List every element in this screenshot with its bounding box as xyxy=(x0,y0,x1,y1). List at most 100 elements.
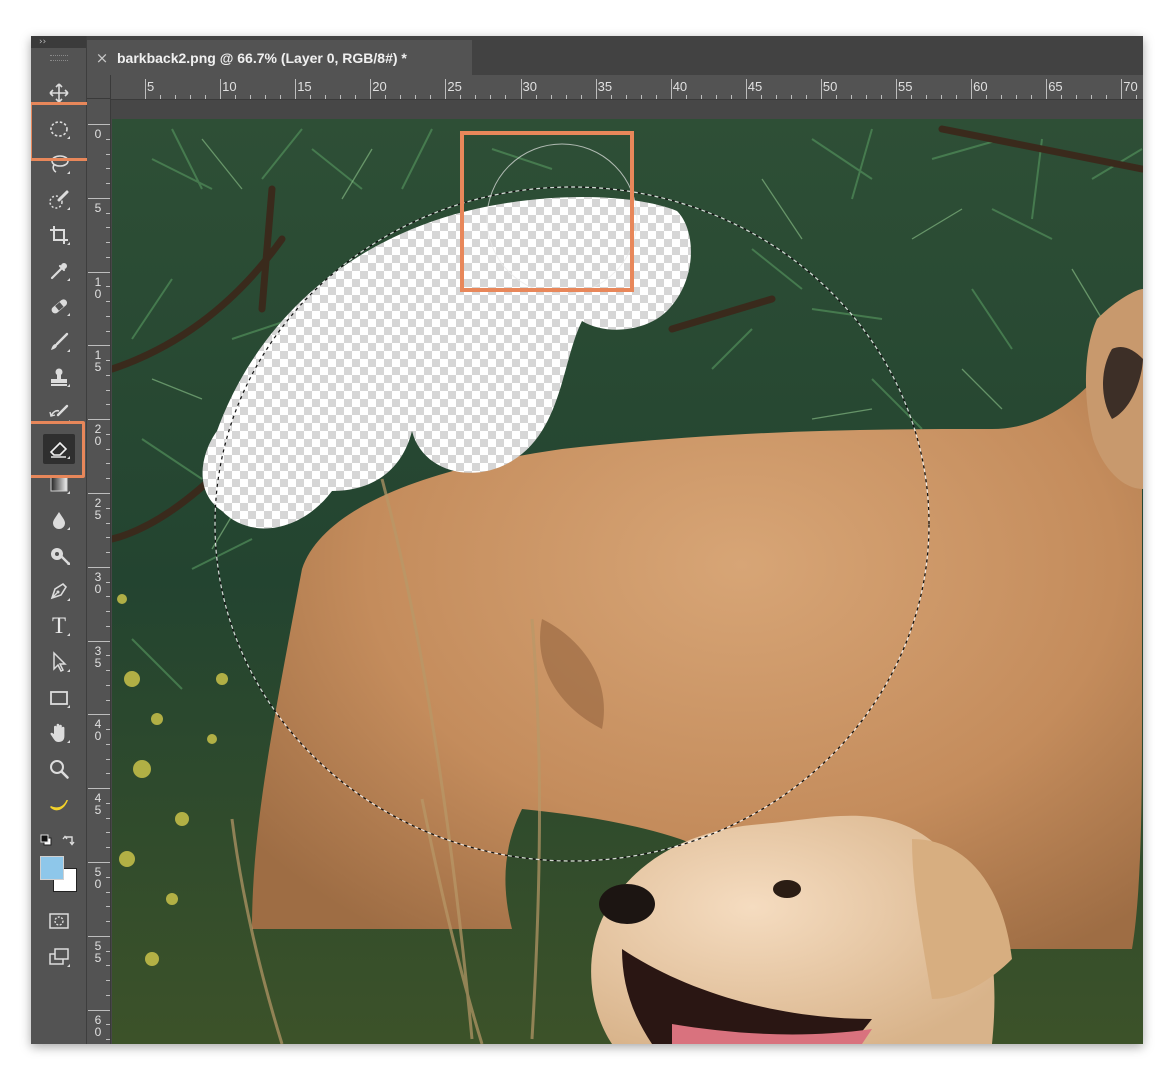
ruler-minor-tick xyxy=(1001,95,1003,99)
ruler-minor-tick xyxy=(106,832,110,834)
ruler-minor-tick xyxy=(106,994,110,996)
eyedropper-tool[interactable] xyxy=(43,256,75,286)
pen-icon xyxy=(50,582,68,600)
ruler-label: 5 xyxy=(94,655,102,670)
ruler-label: 70 xyxy=(1123,79,1138,94)
document-title: barkback2.png @ 66.7% (Layer 0, RGB/8#) … xyxy=(117,49,407,66)
path-selection-tool[interactable] xyxy=(43,647,75,677)
ruler-minor-tick xyxy=(1091,95,1093,99)
ruler-minor-tick xyxy=(106,286,110,288)
ruler-minor-tick xyxy=(106,183,110,185)
ruler-minor-tick xyxy=(1061,95,1063,99)
ruler-label: 45 xyxy=(747,79,763,94)
eraser-tool-highlight xyxy=(31,421,85,478)
default-colors-icon[interactable] xyxy=(40,834,52,846)
ruler-minor-tick xyxy=(106,611,110,613)
foreground-color-swatch[interactable] xyxy=(40,856,64,880)
brush-tool[interactable] xyxy=(43,327,75,357)
ruler-major-tick xyxy=(745,79,747,99)
brush-icon xyxy=(51,332,69,350)
ruler-label: 3 xyxy=(94,643,102,658)
screen-mode-icon xyxy=(49,948,69,965)
ruler-label: 5 xyxy=(94,950,102,965)
swap-colors-icon[interactable] xyxy=(62,833,76,847)
ruler-minor-tick xyxy=(106,301,110,303)
ruler-major-tick xyxy=(88,493,110,494)
ruler-minor-tick xyxy=(475,95,477,99)
puppy-eye xyxy=(773,880,801,898)
screen-mode-button[interactable] xyxy=(43,942,75,972)
ruler-label: 5 xyxy=(147,79,155,94)
vertical-ruler[interactable]: 051015202530354045505560 xyxy=(87,99,111,1044)
ruler-minor-tick xyxy=(325,95,327,99)
clone-stamp-tool[interactable] xyxy=(43,362,75,392)
ruler-major-tick xyxy=(88,788,110,790)
ruler-minor-tick xyxy=(760,95,762,99)
ruler-minor-tick xyxy=(106,906,110,908)
healing-brush-tool[interactable] xyxy=(43,291,75,321)
quick-mask-button[interactable] xyxy=(43,906,75,936)
horizontal-ruler[interactable]: 5 10 15 20 25 30 35 40 45 50 55 60 65 70 xyxy=(111,75,1143,100)
ruler-minor-tick xyxy=(106,1039,110,1041)
ruler-minor-tick xyxy=(106,138,110,140)
ruler-label: 6 xyxy=(94,1012,102,1027)
collapse-panel-button[interactable]: ›› xyxy=(31,36,86,48)
ruler-minor-tick xyxy=(865,95,867,99)
ruler-minor-tick xyxy=(106,227,110,229)
drop-icon xyxy=(53,512,65,529)
crop-icon xyxy=(50,226,68,244)
rectangle-tool[interactable] xyxy=(43,683,75,713)
panel-grip[interactable] xyxy=(50,55,68,61)
ruler-major-tick xyxy=(670,79,672,99)
ruler-minor-tick xyxy=(1106,95,1108,99)
ruler-minor-tick xyxy=(106,448,110,450)
ruler-origin[interactable] xyxy=(87,75,111,99)
ruler-minor-tick xyxy=(106,242,110,244)
crop-tool[interactable] xyxy=(43,220,75,250)
ruler-minor-tick xyxy=(106,463,110,465)
pen-tool[interactable] xyxy=(43,576,75,606)
custom-banana-tool[interactable] xyxy=(43,790,75,820)
hand-tool[interactable] xyxy=(43,718,75,748)
ruler-label: 0 xyxy=(94,877,102,891)
ruler-minor-tick xyxy=(106,596,110,598)
canvas-area[interactable] xyxy=(111,100,1143,1044)
ruler-minor-tick xyxy=(1076,95,1078,99)
ruler-minor-tick xyxy=(106,921,110,923)
document-canvas[interactable] xyxy=(112,119,1143,1044)
blur-tool[interactable] xyxy=(43,505,75,535)
ruler-minor-tick xyxy=(730,95,732,99)
ruler-minor-tick xyxy=(790,95,792,99)
ruler-minor-tick xyxy=(941,95,943,99)
document-tab[interactable]: × barkback2.png @ 66.7% (Layer 0, RGB/8#… xyxy=(87,40,472,75)
hand-icon xyxy=(50,723,65,742)
ruler-label: 35 xyxy=(597,79,613,94)
ruler-major-tick xyxy=(445,79,447,99)
close-tab-icon[interactable]: × xyxy=(87,49,117,67)
ruler-label: 30 xyxy=(522,79,537,94)
ruler-minor-tick xyxy=(106,891,110,893)
zoom-tool[interactable] xyxy=(43,754,75,784)
ruler-minor-tick xyxy=(535,95,537,99)
ruler-minor-tick xyxy=(106,950,110,952)
quick-mask-icon xyxy=(49,913,69,929)
ruler-minor-tick xyxy=(106,802,110,804)
ruler-label: 1 xyxy=(94,274,102,289)
ruler-minor-tick xyxy=(835,95,837,99)
ruler-label: 5 xyxy=(94,200,102,215)
ruler-label: 0 xyxy=(94,286,102,301)
ruler-minor-tick xyxy=(880,95,882,99)
ruler-major-tick xyxy=(88,935,110,937)
quick-selection-tool[interactable] xyxy=(43,185,75,215)
arrow-cursor-icon xyxy=(53,651,67,673)
ruler-major-tick xyxy=(88,1009,110,1011)
ruler-label: 55 xyxy=(898,79,913,94)
banana-icon xyxy=(50,800,68,811)
move-icon xyxy=(49,83,69,103)
puppy-nose xyxy=(599,884,655,924)
ruler-minor-tick xyxy=(911,95,913,99)
dodge-tool[interactable] xyxy=(43,540,75,570)
type-tool[interactable]: T xyxy=(43,611,75,641)
ruler-minor-tick xyxy=(106,817,110,819)
ruler-label: 10 xyxy=(222,79,237,94)
